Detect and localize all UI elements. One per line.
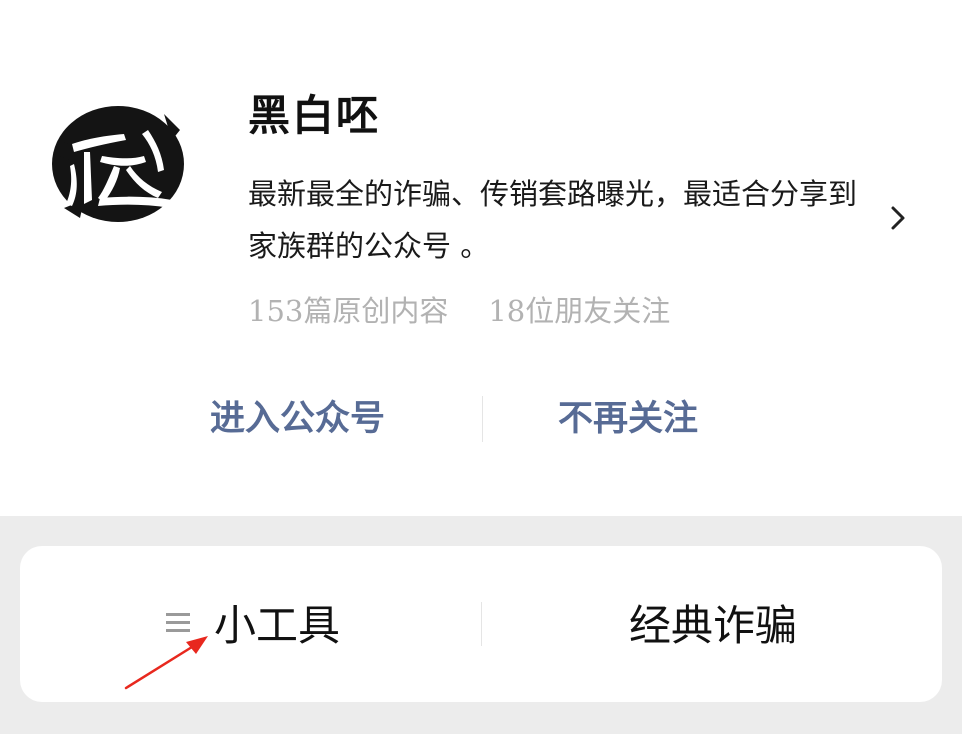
account-profile: 黑白呸 最新最全的诈骗、传销套路曝光，最适合分享到家族群的公众号 。 153篇原…	[0, 0, 962, 516]
menu-item-classic-scams[interactable]: 经典诈骗	[481, 546, 942, 702]
enter-account-button[interactable]: 进入公众号	[210, 390, 385, 441]
menu-item-classic-scams-label: 经典诈骗	[629, 601, 798, 650]
menu-lines-icon	[166, 613, 190, 632]
original-content-count: 153篇原创内容	[248, 294, 449, 328]
account-actions: 进入公众号 不再关注	[0, 390, 962, 450]
account-stats: 153篇原创内容 18位朋友关注	[248, 288, 670, 330]
bottom-menu-area: 小工具 经典诈骗	[0, 516, 962, 734]
menu-item-tools-label: 小工具	[214, 601, 341, 650]
friends-following-count: 18位朋友关注	[488, 294, 671, 328]
menu-item-tools[interactable]: 小工具	[20, 546, 481, 702]
actions-divider	[482, 396, 483, 442]
official-account-card-page: 黑白呸 最新最全的诈骗、传销套路曝光，最适合分享到家族群的公众号 。 153篇原…	[0, 0, 962, 734]
account-avatar[interactable]	[44, 100, 188, 224]
ink-calligraphy-logo-icon	[52, 106, 184, 222]
account-description[interactable]: 最新最全的诈骗、传销套路曝光，最适合分享到家族群的公众号 。	[248, 168, 870, 272]
unfollow-button[interactable]: 不再关注	[558, 390, 698, 441]
chevron-right-icon[interactable]	[887, 205, 909, 231]
account-name: 黑白呸	[248, 91, 381, 140]
account-menu-bar: 小工具 经典诈骗	[20, 546, 942, 702]
